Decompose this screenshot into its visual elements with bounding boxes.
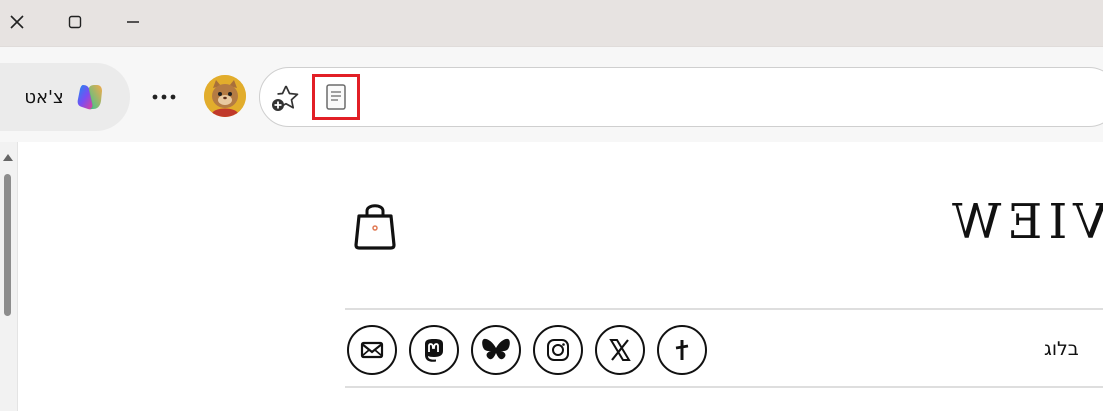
instagram-icon: [547, 339, 569, 361]
social-bluesky-link[interactable]: [471, 325, 521, 375]
divider-top: [345, 308, 1103, 310]
chat-label: צ'אט: [24, 86, 64, 108]
site-logo[interactable]: VIEW: [918, 194, 1103, 250]
logo-text: VIEW: [946, 194, 1103, 250]
scroll-up-arrow-icon[interactable]: [2, 152, 14, 162]
more-horizontal-icon: [152, 94, 176, 100]
window-minimize-button[interactable]: [118, 8, 148, 36]
cat-avatar-icon: [204, 75, 246, 117]
social-x-link[interactable]: [595, 325, 645, 375]
shopping-bag-icon: [354, 204, 396, 250]
profile-avatar[interactable]: [204, 75, 246, 117]
shopping-bag-button[interactable]: [352, 200, 398, 250]
copilot-icon: [77, 85, 102, 110]
window-maximize-button[interactable]: [60, 8, 90, 36]
mastodon-icon: [425, 339, 443, 362]
bluesky-icon: [482, 338, 510, 360]
copilot-chat-button[interactable]: צ'אט: [0, 63, 130, 131]
close-icon: [10, 15, 24, 29]
social-links: [347, 325, 707, 375]
immersive-reader-button[interactable]: [312, 74, 360, 120]
social-threads-link[interactable]: [657, 325, 707, 375]
add-to-favorites-icon: [272, 85, 299, 111]
social-mail-link[interactable]: [347, 325, 397, 375]
more-options-button[interactable]: [146, 85, 182, 109]
address-bar[interactable]: [259, 67, 1103, 127]
social-mastodon-link[interactable]: [409, 325, 459, 375]
web-page-content: VIEW בלוג: [0, 142, 1103, 411]
immersive-reader-icon: [326, 84, 346, 110]
threads-icon: [675, 340, 689, 360]
social-instagram-link[interactable]: [533, 325, 583, 375]
nav-blog-link[interactable]: בלוג: [1044, 338, 1079, 360]
minimize-icon: [127, 21, 139, 23]
browser-toolbar: צ'אט: [0, 46, 1103, 142]
maximize-icon: [68, 15, 82, 29]
title-bar: [0, 0, 1103, 46]
scrollbar-thumb[interactable]: [4, 174, 11, 316]
add-favorite-button[interactable]: [268, 81, 302, 115]
vertical-scrollbar[interactable]: [0, 142, 18, 411]
divider-bottom: [345, 386, 1103, 388]
x-icon: [609, 339, 631, 361]
window-close-button[interactable]: [2, 8, 32, 36]
mail-icon: [360, 341, 384, 359]
